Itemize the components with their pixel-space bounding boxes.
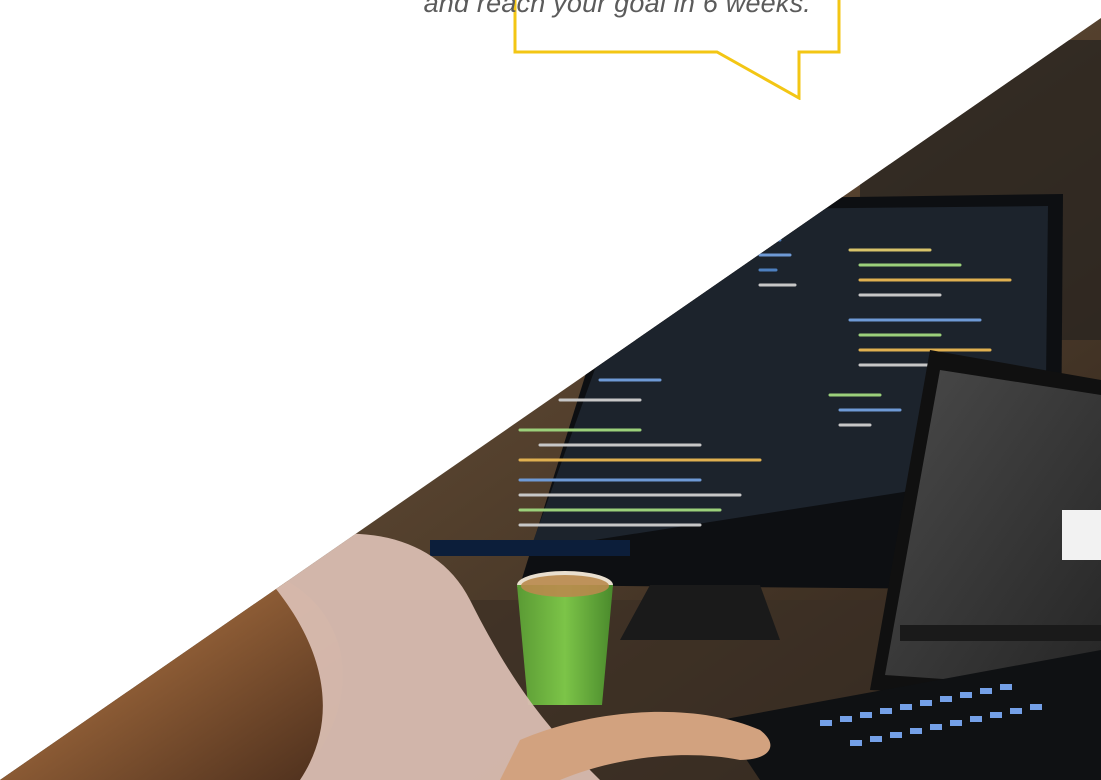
- photo-icon: [0, 18, 1101, 780]
- hero-section: and reach your goal in 6 weeks.: [0, 0, 1101, 780]
- tagline-text: and reach your goal in 6 weeks.: [423, 0, 811, 18]
- workspace-photo: [0, 18, 1101, 780]
